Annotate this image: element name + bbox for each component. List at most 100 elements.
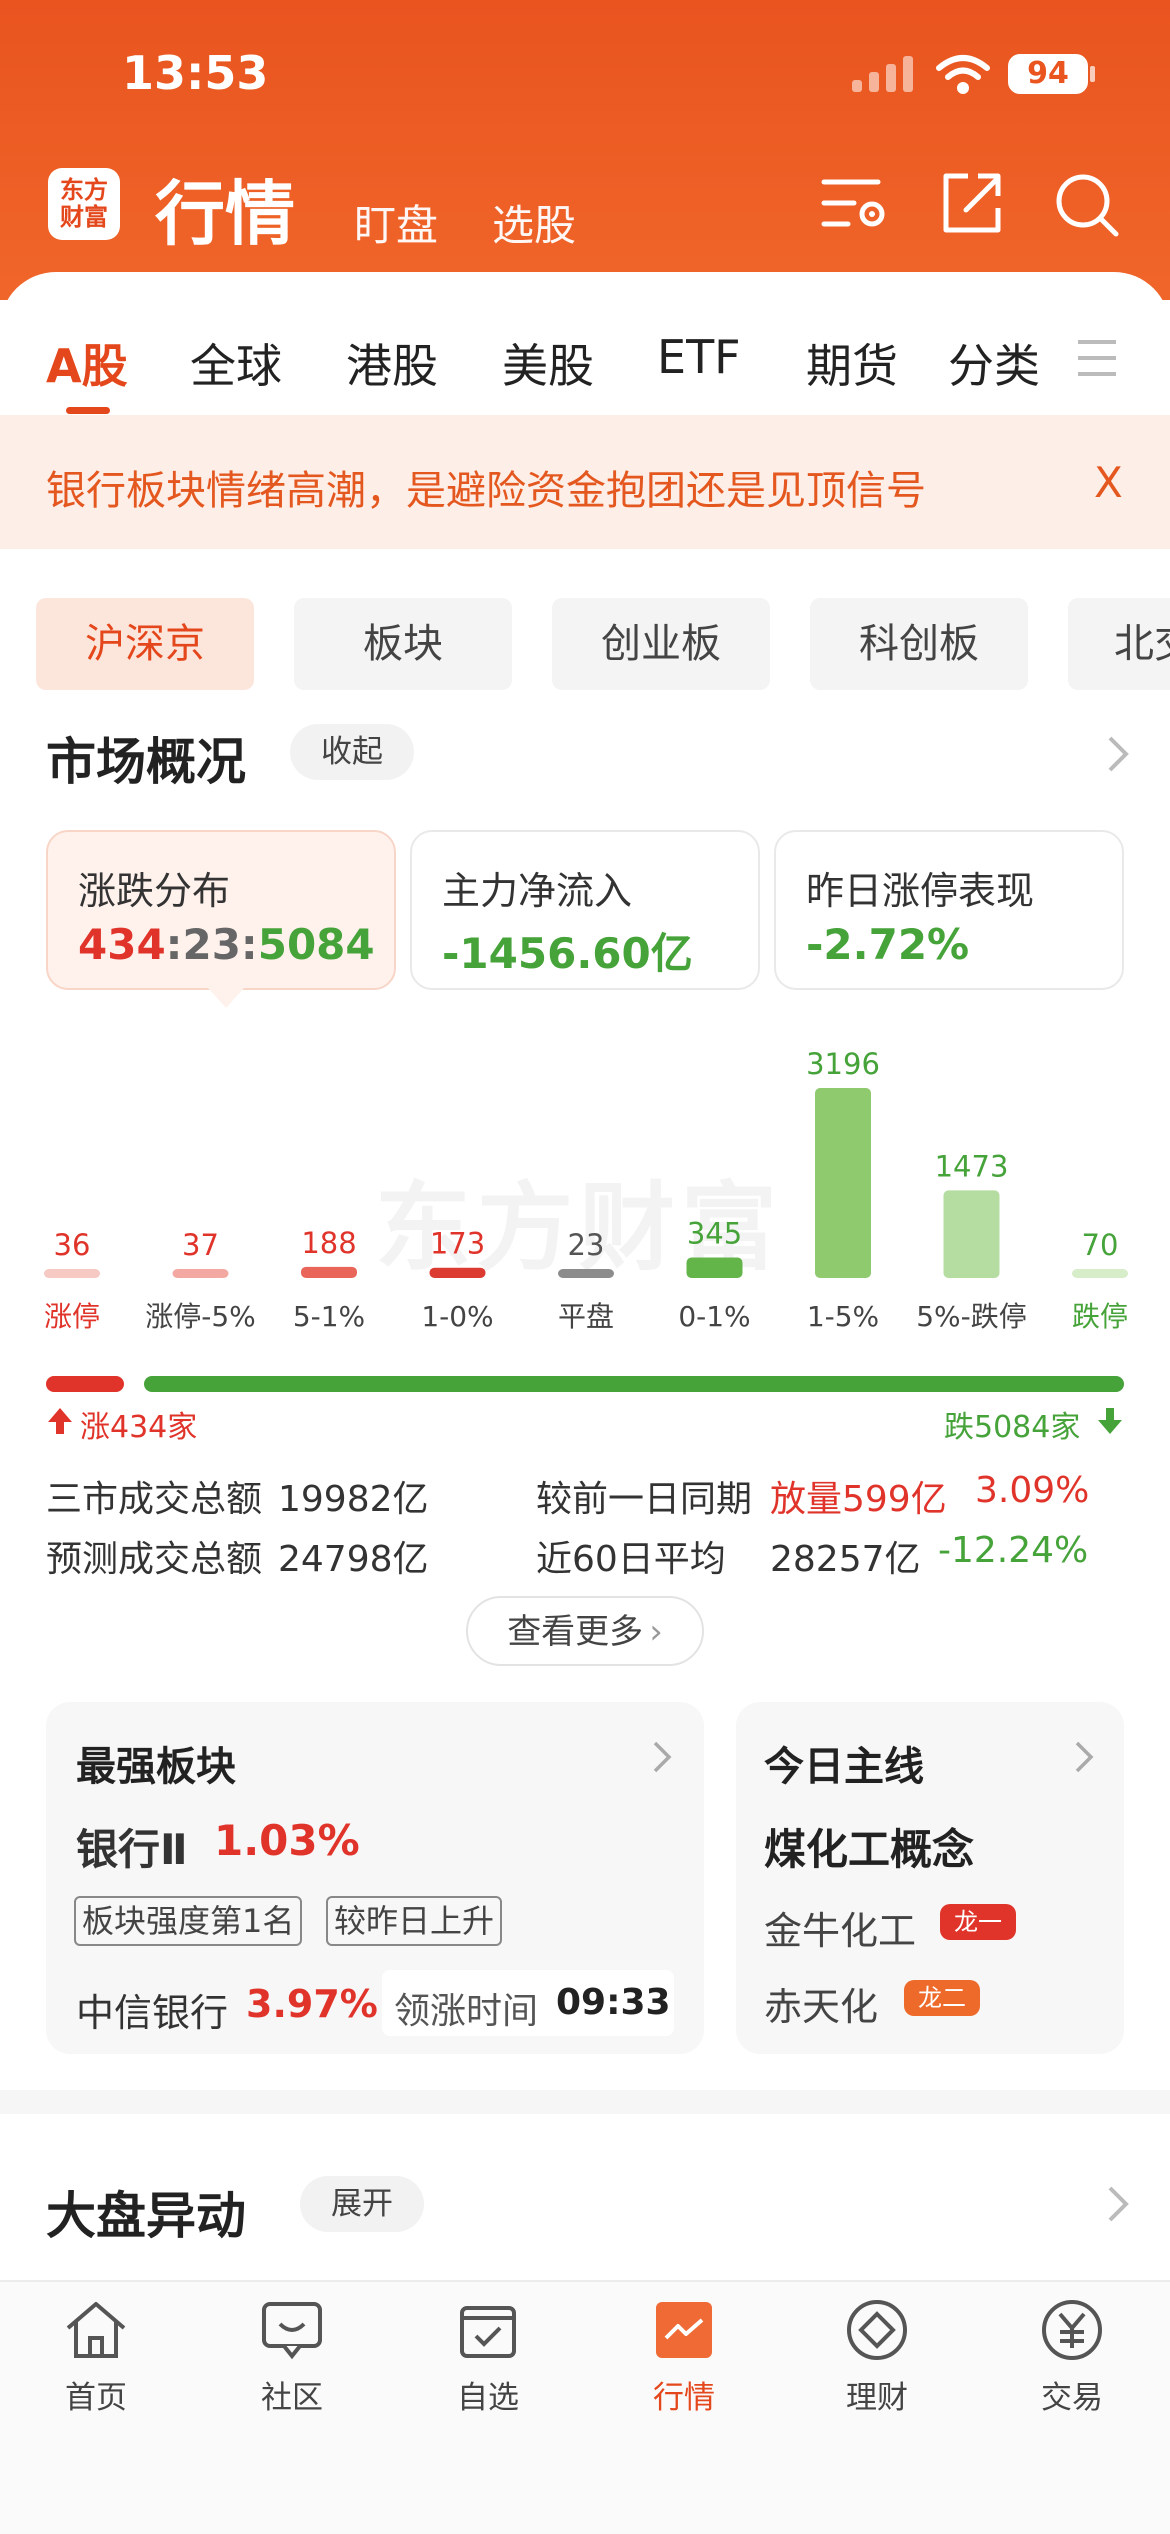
expand-button[interactable]: 展开 bbox=[300, 2176, 424, 2232]
filter-settings-icon[interactable] bbox=[818, 170, 892, 236]
card-limit-up-performance[interactable]: 昨日涨停表现 -2.72% bbox=[774, 830, 1124, 990]
banner-text[interactable]: 银行板块情绪高潮，是避险资金抱团还是见顶信号 bbox=[46, 458, 926, 516]
bar-4 bbox=[558, 1269, 614, 1278]
community-icon bbox=[262, 2302, 322, 2360]
prev-day-pct: 3.09% bbox=[975, 1470, 1090, 1511]
menu-icon[interactable] bbox=[1076, 338, 1118, 378]
view-more-button[interactable]: 查看更多 › bbox=[466, 1596, 704, 1666]
tab-a-shares[interactable]: A股 bbox=[46, 330, 128, 396]
lead-time-value: 09:33 bbox=[556, 1982, 671, 2023]
app-logo: 东方 财富 bbox=[48, 168, 120, 240]
theme-stock-2[interactable]: 赤天化 bbox=[764, 1976, 878, 2031]
collapse-button[interactable]: 收起 bbox=[290, 724, 414, 780]
bar-value-label: 345 bbox=[687, 1216, 742, 1250]
subtab-shanghai-shenzhen-beijing[interactable]: 沪深京 bbox=[36, 598, 254, 690]
bar-category-label: 5-1% bbox=[293, 1300, 365, 1333]
subtab-sectors[interactable]: 板块 bbox=[294, 598, 512, 690]
prev-day-value: 放量599亿 bbox=[770, 1479, 947, 1520]
up-total-label: 涨434家 bbox=[80, 1410, 198, 1445]
bar-2 bbox=[301, 1266, 357, 1278]
bar-value-label: 3196 bbox=[806, 1047, 880, 1081]
battery-tip bbox=[1090, 66, 1095, 82]
nav-home[interactable]: 首页 bbox=[16, 2298, 176, 2417]
bar-value-label: 173 bbox=[430, 1227, 485, 1261]
theme-stock-1[interactable]: 金牛化工 bbox=[764, 1900, 916, 1955]
status-time: 13:53 bbox=[122, 46, 269, 100]
bar-category-label: 1-5% bbox=[807, 1300, 879, 1333]
down-count: 5084 bbox=[257, 920, 375, 969]
bar-0 bbox=[44, 1269, 100, 1278]
market-overview-title: 市场概况 bbox=[46, 733, 246, 791]
leader-stock-name[interactable]: 中信银行 bbox=[76, 1982, 228, 2037]
nav-trade[interactable]: 交易 bbox=[992, 2298, 1152, 2417]
forecast-value: 24798亿 bbox=[278, 1539, 429, 1580]
forecast-label: 预测成交总额 bbox=[46, 1539, 263, 1580]
subtab-chinext[interactable]: 创业板 bbox=[552, 598, 770, 690]
section-divider bbox=[0, 2090, 1170, 2114]
market-movement-title: 大盘异动 bbox=[46, 2187, 246, 2245]
dragon-two-badge: 龙二 bbox=[904, 1980, 980, 2016]
bar-category-label: 5%-跌停 bbox=[916, 1300, 1027, 1333]
tab-hk[interactable]: 港股 bbox=[346, 330, 438, 396]
ratio-bar-up bbox=[46, 1376, 124, 1392]
tab-global[interactable]: 全球 bbox=[190, 330, 282, 396]
tab-us[interactable]: 美股 bbox=[502, 330, 594, 396]
limit-up-performance-value: -2.72% bbox=[806, 920, 970, 969]
banner-close-button[interactable]: X bbox=[1094, 458, 1123, 507]
tab-futures[interactable]: 期货 bbox=[806, 330, 898, 396]
share-icon[interactable] bbox=[938, 170, 1004, 236]
bar-5 bbox=[686, 1257, 743, 1278]
bar-value-label: 23 bbox=[568, 1228, 605, 1262]
nav-community[interactable]: 社区 bbox=[212, 2298, 372, 2417]
bar-category-label: 跌停 bbox=[1072, 1300, 1128, 1333]
up-count: 434 bbox=[78, 920, 166, 969]
active-tab-indicator bbox=[66, 407, 110, 414]
wealth-icon bbox=[847, 2300, 907, 2360]
tab-category[interactable]: 分类 bbox=[948, 330, 1040, 396]
chevron-right-icon[interactable] bbox=[652, 1740, 672, 1774]
distribution-chart: 36 涨停 37 涨停-5% 188 5-1% 173 1-0% 23 平盘 345 0-1% 3196… bbox=[44, 1047, 1128, 1333]
bar-category-label: 平盘 bbox=[558, 1300, 614, 1333]
market-icon bbox=[656, 2302, 712, 2358]
nav-market[interactable]: 行情 bbox=[604, 2298, 764, 2417]
chevron-right-icon: › bbox=[649, 1612, 663, 1652]
chevron-right-icon[interactable] bbox=[1074, 1740, 1094, 1774]
strongest-sector-title: 最强板块 bbox=[76, 1744, 236, 1790]
net-inflow-value: -1456.60亿 bbox=[442, 929, 693, 978]
sector-trend-tag: 较昨日上升 bbox=[326, 1896, 503, 1946]
leader-stock-pct: 3.97% bbox=[246, 1982, 378, 2026]
flat-count: 23 bbox=[182, 920, 241, 969]
chevron-right-icon[interactable] bbox=[1106, 734, 1130, 774]
card-main-net-inflow[interactable]: 主力净流入 -1456.60亿 bbox=[410, 830, 760, 990]
bar-category-label: 0-1% bbox=[678, 1300, 750, 1333]
bar-3 bbox=[429, 1267, 486, 1278]
tab-etf[interactable]: ETF bbox=[657, 330, 741, 384]
card-pointer bbox=[208, 988, 244, 1008]
bar-category-label: 涨停 bbox=[44, 1300, 100, 1333]
watchlist-icon bbox=[460, 2306, 516, 2358]
bar-8 bbox=[1072, 1269, 1128, 1278]
card-advance-decline[interactable]: 涨跌分布 434:23:5084 bbox=[46, 830, 396, 990]
down-total-label: 跌5084家 bbox=[944, 1410, 1081, 1445]
bar-category-label: 涨停-5% bbox=[145, 1300, 256, 1333]
tab-stock-picker[interactable]: 选股 bbox=[492, 192, 576, 253]
chevron-right-icon[interactable] bbox=[1106, 2184, 1130, 2224]
sector-strength-tag: 板块强度第1名 bbox=[74, 1896, 303, 1946]
arrow-down-icon bbox=[1098, 1408, 1122, 1434]
main-theme-concept: 煤化工概念 bbox=[764, 1825, 975, 1874]
turnover-value: 19982亿 bbox=[278, 1479, 429, 1520]
subtab-star-market[interactable]: 科创板 bbox=[810, 598, 1028, 690]
avg60-pct: -12.24% bbox=[938, 1530, 1089, 1571]
sector-name: 银行Ⅱ bbox=[76, 1825, 188, 1874]
turnover-label: 三市成交总额 bbox=[46, 1479, 263, 1520]
subtab-beijing[interactable]: 北交 bbox=[1068, 598, 1170, 690]
nav-wealth[interactable]: 理财 bbox=[797, 2298, 957, 2417]
trade-icon bbox=[1042, 2300, 1102, 2360]
dragon-one-badge: 龙一 bbox=[940, 1904, 1016, 1940]
tab-watch[interactable]: 盯盘 bbox=[354, 192, 438, 253]
page-title: 行情 bbox=[155, 173, 295, 255]
search-icon[interactable] bbox=[1052, 170, 1122, 240]
nav-watchlist[interactable]: 自选 bbox=[408, 2298, 568, 2417]
bar-1 bbox=[172, 1269, 229, 1278]
battery-indicator: 94 bbox=[1008, 54, 1088, 94]
